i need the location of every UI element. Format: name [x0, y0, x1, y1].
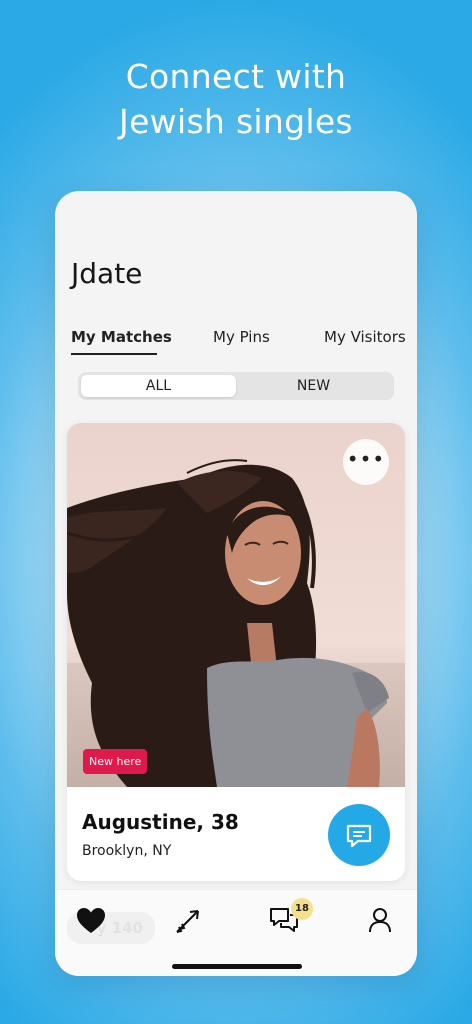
tab-my-matches[interactable]: My Matches: [71, 328, 172, 346]
tab-my-pins[interactable]: My Pins: [213, 328, 270, 346]
headline-line-1: Connect with: [125, 57, 347, 96]
more-horizontal-icon: •••: [346, 447, 386, 471]
active-tab-underline: [71, 353, 157, 355]
phone-screen: Jdate My Matches My Pins My Visitors ALL…: [55, 191, 417, 976]
bottom-navigation: y 140 18: [55, 889, 417, 976]
home-indicator[interactable]: [172, 964, 302, 969]
profile-icon[interactable]: [368, 907, 392, 933]
segment-new[interactable]: NEW: [236, 375, 391, 397]
filter-segmented-control: ALL NEW: [78, 372, 394, 400]
profile-name-age: Augustine, 38: [82, 810, 239, 834]
heart-icon[interactable]: [76, 907, 106, 935]
tab-bar: My Matches My Pins My Visitors: [55, 328, 417, 358]
start-chat-button[interactable]: [328, 804, 390, 866]
more-options-button[interactable]: •••: [343, 439, 389, 485]
headline-line-2: Jewish singles: [119, 102, 353, 141]
app-title: Jdate: [71, 257, 143, 290]
profile-card[interactable]: ••• New here Augustine, 38 Brooklyn, NY: [67, 423, 405, 881]
segment-all[interactable]: ALL: [81, 375, 236, 397]
profile-location: Brooklyn, NY: [82, 843, 172, 859]
arrow-icon[interactable]: [173, 906, 203, 936]
chat-icon: [346, 824, 372, 848]
new-here-badge: New here: [83, 749, 148, 774]
tab-my-visitors[interactable]: My Visitors: [324, 328, 406, 346]
promo-headline: Connect with Jewish singles: [0, 54, 472, 144]
profile-photo[interactable]: ••• New here: [67, 423, 405, 787]
unread-messages-badge: 18: [291, 898, 313, 920]
